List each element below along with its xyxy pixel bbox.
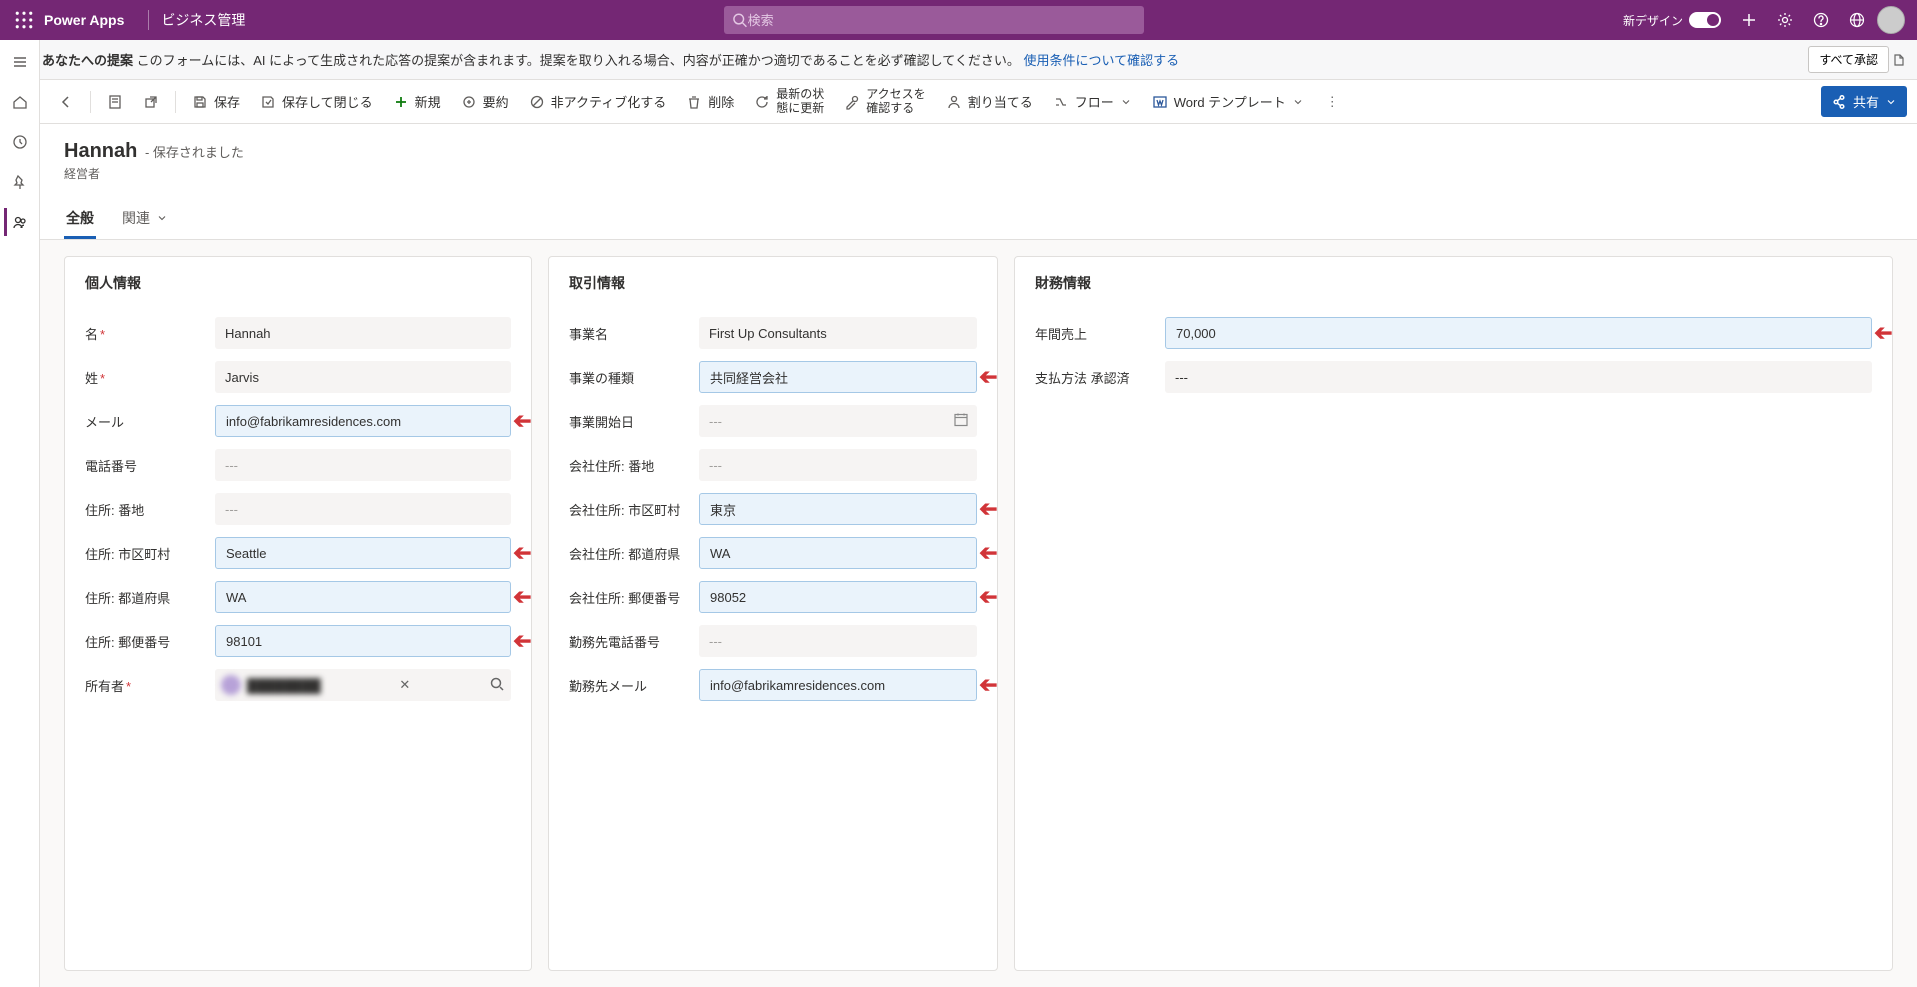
waffle-icon[interactable] (8, 4, 40, 36)
biz-name-field[interactable] (699, 317, 977, 349)
command-bar: 保存 保存して閉じる 新規 要約 非アクティブ化する 削除 最新の状態に更新 ア… (40, 80, 1917, 124)
deactivate-button[interactable]: 非アクティブ化する (521, 87, 675, 116)
approve-all-button[interactable]: すべて承認 (1808, 46, 1889, 73)
summarize-button[interactable]: 要約 (453, 87, 517, 116)
form-selector[interactable] (99, 89, 131, 115)
record-status: - 保存されました (145, 145, 244, 160)
first-name-field[interactable] (215, 317, 511, 349)
flow-button[interactable]: フロー (1045, 87, 1140, 116)
tab-related[interactable]: 関連 (120, 200, 170, 239)
arrow-icon: ➔ (1874, 320, 1892, 346)
clear-owner-icon[interactable]: ✕ (393, 677, 416, 693)
new-design-toggle[interactable]: 新デザイン (1623, 12, 1721, 29)
people-icon[interactable] (4, 208, 32, 236)
calendar-icon[interactable] (953, 412, 969, 431)
arrow-icon: ➔ (979, 364, 997, 390)
co-addr-street-field[interactable] (699, 449, 977, 481)
home-icon[interactable] (6, 88, 34, 116)
copilot-icon[interactable] (1889, 50, 1909, 70)
new-button[interactable]: 新規 (385, 87, 449, 116)
section-financial: 財務情報 年間売上 ➔ 支払方法 承認済 --- (1014, 256, 1893, 971)
last-name-field[interactable] (215, 361, 511, 393)
arrow-icon: ➔ (979, 540, 997, 566)
pay-method-field: --- (1165, 361, 1872, 393)
assign-button[interactable]: 割り当てる (938, 87, 1041, 116)
word-template-button[interactable]: Word テンプレート (1144, 87, 1312, 116)
app-name-label: ビジネス管理 (161, 10, 245, 30)
form-area: 個人情報 名* 姓* メール ➔ 電話番号 住所: 番地 住所: 市区町村 ➔ … (40, 240, 1917, 987)
back-button[interactable] (50, 89, 82, 115)
more-commands[interactable]: ⋮ (1316, 88, 1349, 116)
arrow-icon: ➔ (513, 584, 531, 610)
delete-button[interactable]: 削除 (678, 87, 742, 116)
record-title: Hannah (64, 140, 137, 162)
gear-icon[interactable] (1769, 4, 1801, 36)
arrow-icon: ➔ (979, 672, 997, 698)
co-addr-zip-field[interactable] (699, 581, 977, 613)
help-icon[interactable] (1805, 4, 1837, 36)
owner-lookup[interactable]: ████████ ✕ (215, 669, 511, 701)
section-business: 取引情報 事業名 事業の種類 ➔ 事業開始日 会社住所: 番地 会社住所: 市区… (548, 256, 998, 971)
arrow-icon: ➔ (979, 584, 997, 610)
search-icon[interactable] (489, 676, 505, 695)
share-button[interactable]: 共有 (1821, 86, 1907, 117)
work-email-field[interactable] (699, 669, 977, 701)
section-personal: 個人情報 名* 姓* メール ➔ 電話番号 住所: 番地 住所: 市区町村 ➔ … (64, 256, 532, 971)
tab-general[interactable]: 全般 (64, 200, 96, 239)
ai-suggestion-banner: あなたへの提案 このフォームには、AI によって生成された応答の提案が含まれます… (0, 40, 1917, 80)
header-divider (148, 10, 149, 30)
record-header: Hannah - 保存されました 経営者 全般 関連 (40, 124, 1917, 240)
section-title-financial: 財務情報 (1035, 273, 1872, 293)
email-field[interactable] (215, 405, 511, 437)
arrow-icon: ➔ (513, 628, 531, 654)
banner-text: あなたへの提案 このフォームには、AI によって生成された応答の提案が含まれます… (42, 50, 1179, 69)
search-input[interactable] (748, 13, 1137, 28)
co-addr-state-field[interactable] (699, 537, 977, 569)
recent-icon[interactable] (6, 128, 34, 156)
check-access-button[interactable]: アクセスを確認する (836, 83, 933, 119)
addr-state-field[interactable] (215, 581, 511, 613)
brand-label: Power Apps (44, 12, 124, 28)
refresh-button[interactable]: 最新の状態に更新 (746, 83, 832, 119)
banner-link[interactable]: 使用条件について確認する (1024, 53, 1180, 68)
pin-icon[interactable] (6, 168, 34, 196)
co-addr-city-field[interactable] (699, 493, 977, 525)
app-header: Power Apps ビジネス管理 新デザイン (0, 0, 1917, 40)
save-button[interactable]: 保存 (184, 87, 248, 116)
phone-field[interactable] (215, 449, 511, 481)
open-new-window[interactable] (135, 89, 167, 115)
save-close-button[interactable]: 保存して閉じる (252, 87, 381, 116)
section-title-personal: 個人情報 (85, 273, 511, 293)
main-content: 保存 保存して閉じる 新規 要約 非アクティブ化する 削除 最新の状態に更新 ア… (40, 80, 1917, 987)
global-search[interactable] (724, 6, 1144, 34)
arrow-icon: ➔ (513, 408, 531, 434)
arrow-icon: ➔ (513, 540, 531, 566)
biz-type-field[interactable] (699, 361, 977, 393)
form-tabs: 全般 関連 (64, 200, 1893, 239)
new-design-label: 新デザイン (1623, 12, 1683, 29)
addr-street-field[interactable] (215, 493, 511, 525)
section-title-business: 取引情報 (569, 273, 977, 293)
toggle-icon[interactable] (1689, 12, 1721, 28)
add-icon[interactable] (1733, 4, 1765, 36)
hamburger-icon[interactable] (6, 48, 34, 76)
record-subtitle: 経営者 (64, 165, 1893, 182)
annual-revenue-field[interactable] (1165, 317, 1872, 349)
addr-zip-field[interactable] (215, 625, 511, 657)
arrow-icon: ➔ (979, 496, 997, 522)
user-avatar[interactable] (1877, 6, 1905, 34)
work-phone-field[interactable] (699, 625, 977, 657)
left-nav-rail (0, 40, 40, 987)
globe-icon[interactable] (1841, 4, 1873, 36)
addr-city-field[interactable] (215, 537, 511, 569)
biz-start-field[interactable] (699, 405, 977, 437)
